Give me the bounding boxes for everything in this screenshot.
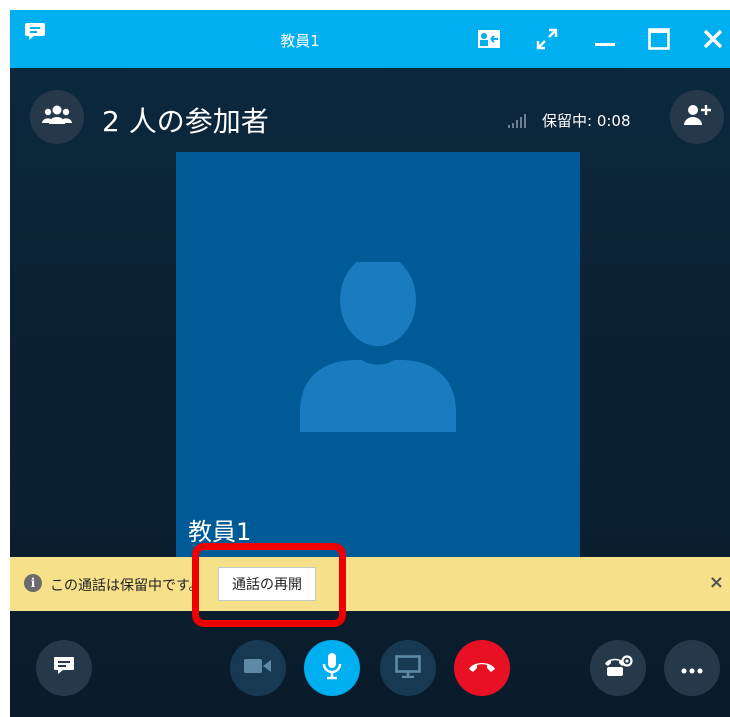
chat-icon[interactable]	[24, 20, 46, 42]
avatar-placeholder-icon	[300, 262, 456, 432]
add-person-button[interactable]	[670, 90, 724, 144]
participant-video-tile: 教員1	[176, 152, 580, 567]
minimize-icon[interactable]	[590, 25, 620, 53]
screen-share-button[interactable]	[380, 640, 436, 696]
video-toggle-button[interactable]	[230, 640, 286, 696]
pop-out-icon[interactable]	[474, 25, 504, 53]
dialpad-icon	[603, 654, 633, 682]
more-icon	[681, 659, 703, 678]
chat-icon	[52, 654, 76, 682]
title-bar: 教員1	[10, 10, 730, 68]
window-title: 教員1	[280, 32, 320, 50]
hold-message: この通話は保留中です。	[50, 578, 200, 594]
microphone-button[interactable]	[304, 640, 360, 696]
hold-timer: 保留中: 0:08	[542, 112, 631, 130]
skype-call-window: 教員1 2 人の参加者 保留中: 0:08 教員1 i この通話は保留中です。 …	[10, 10, 730, 717]
hold-notification-bar: i この通話は保留中です。 通話の再開 ×	[10, 557, 730, 611]
participants-count-label: 2 人の参加者	[102, 105, 269, 138]
screen-share-icon	[395, 654, 421, 682]
add-person-icon	[682, 103, 712, 131]
end-call-icon	[467, 658, 497, 678]
participants-button[interactable]	[30, 90, 84, 144]
dismiss-bar-button[interactable]: ×	[709, 572, 724, 593]
dialpad-button[interactable]	[590, 640, 646, 696]
fullscreen-icon[interactable]	[532, 25, 562, 53]
close-icon[interactable]	[698, 25, 728, 53]
video-icon	[244, 657, 272, 679]
signal-icon	[508, 113, 530, 132]
chat-button[interactable]	[36, 640, 92, 696]
microphone-icon	[321, 652, 343, 684]
end-call-button[interactable]	[454, 640, 510, 696]
info-icon: i	[24, 574, 42, 592]
resume-call-button[interactable]: 通話の再開	[218, 567, 316, 601]
participant-name: 教員1	[188, 518, 252, 546]
maximize-icon[interactable]	[644, 25, 674, 53]
participants-icon	[42, 104, 72, 130]
more-options-button[interactable]	[664, 640, 720, 696]
